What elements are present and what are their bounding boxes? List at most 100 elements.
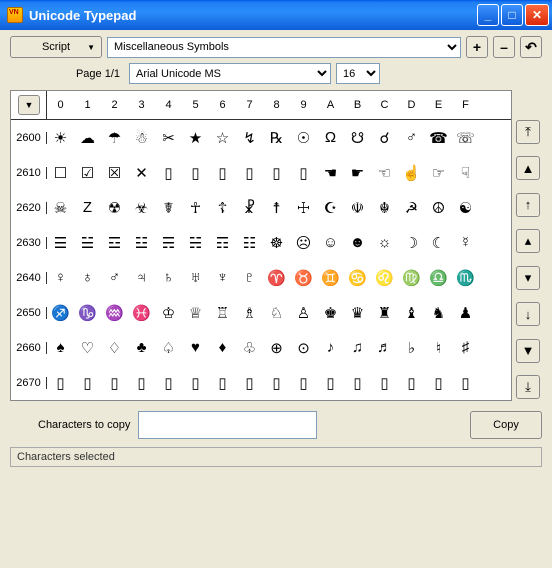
char-cell[interactable]: ♀ [47,260,74,295]
char-cell[interactable]: ☜ [371,155,398,190]
char-cell[interactable]: ☏ [452,120,479,155]
char-cell[interactable]: ℞ [263,120,290,155]
char-cell[interactable]: ▯ [209,155,236,190]
char-cell[interactable]: ♜ [371,295,398,330]
char-cell[interactable]: ♫ [344,330,371,365]
char-cell[interactable]: ♦ [209,330,236,365]
size-select[interactable]: 16 [336,63,380,84]
char-cell[interactable]: ☦ [209,190,236,225]
char-cell[interactable]: ♛ [344,295,371,330]
char-cell[interactable]: ▯ [47,365,74,400]
grid-menu-button[interactable]: ▼ [18,95,40,115]
char-cell[interactable]: ▯ [398,365,425,400]
char-cell[interactable]: ♬ [371,330,398,365]
char-cell[interactable]: ▯ [155,365,182,400]
char-cell[interactable]: ☩ [290,190,317,225]
char-cell[interactable]: ♮ [425,330,452,365]
char-cell[interactable]: ☂ [101,120,128,155]
char-cell[interactable]: ♡ [74,330,101,365]
char-cell[interactable]: ☻ [344,225,371,260]
char-cell[interactable]: ☟ [452,155,479,190]
char-cell[interactable]: ☐ [47,155,74,190]
char-cell[interactable]: ♙ [290,295,317,330]
char-cell[interactable]: ♏ [452,260,479,295]
char-cell[interactable]: ☫ [344,190,371,225]
close-button[interactable]: ✕ [525,4,549,26]
char-cell[interactable]: ♊ [317,260,344,295]
char-cell[interactable]: ▯ [425,365,452,400]
nav-stepup-button[interactable]: ▴ [516,229,540,253]
char-cell[interactable]: ☌ [371,120,398,155]
char-cell[interactable]: ♥ [182,330,209,365]
char-cell[interactable]: ♐ [47,295,74,330]
char-cell[interactable]: ♓ [128,295,155,330]
char-cell[interactable]: ☳ [128,225,155,260]
char-cell[interactable]: ♠ [47,330,74,365]
char-cell[interactable]: ☛ [344,155,371,190]
minus-button[interactable]: – [493,36,515,58]
char-cell[interactable]: ☺ [317,225,344,260]
char-cell[interactable]: ☴ [155,225,182,260]
char-cell[interactable]: ▯ [263,365,290,400]
char-cell[interactable]: ☰ [47,225,74,260]
char-cell[interactable]: ♧ [236,330,263,365]
char-cell[interactable]: ☨ [263,190,290,225]
font-select[interactable]: Arial Unicode MS [129,63,331,84]
char-cell[interactable]: ♖ [209,295,236,330]
char-cell[interactable]: Z [74,190,101,225]
char-cell[interactable]: ☪ [317,190,344,225]
char-cell[interactable]: ♞ [425,295,452,330]
script-button[interactable]: Script ▼ [10,36,102,58]
nav-bottom-button[interactable]: ⤓ [516,375,540,399]
char-cell[interactable]: ♂ [101,260,128,295]
char-cell[interactable]: ☒ [101,155,128,190]
char-cell[interactable]: ☃ [128,120,155,155]
char-cell[interactable]: ♉ [290,260,317,295]
char-cell[interactable]: ☬ [371,190,398,225]
char-cell[interactable]: ▯ [128,365,155,400]
char-cell[interactable]: ♯ [452,330,479,365]
char-cell[interactable]: ♒ [101,295,128,330]
char-cell[interactable]: ↯ [236,120,263,155]
char-cell[interactable]: ▯ [209,365,236,400]
char-cell[interactable]: ♑ [74,295,101,330]
char-cell[interactable]: ☯ [452,190,479,225]
char-cell[interactable]: ☧ [236,190,263,225]
char-cell[interactable]: ▯ [371,365,398,400]
char-cell[interactable]: ▯ [317,365,344,400]
char-cell[interactable]: ☹ [290,225,317,260]
char-cell[interactable]: ☽ [398,225,425,260]
char-cell[interactable]: ☲ [101,225,128,260]
char-cell[interactable]: ☋ [344,120,371,155]
char-cell[interactable]: ♁ [74,260,101,295]
char-cell[interactable]: Ω [317,120,344,155]
nav-pageup-button[interactable]: ▲ [516,156,540,180]
undo-button[interactable]: ↶ [520,36,542,58]
char-cell[interactable]: ☝ [398,155,425,190]
char-cell[interactable]: ♄ [155,260,182,295]
char-cell[interactable]: ⊕ [263,330,290,365]
char-cell[interactable]: ♃ [128,260,155,295]
char-cell[interactable]: ☵ [182,225,209,260]
minimize-button[interactable]: _ [477,4,499,26]
char-cell[interactable]: ♆ [209,260,236,295]
char-cell[interactable]: ▯ [263,155,290,190]
char-cell[interactable]: ✕ [128,155,155,190]
char-cell[interactable]: ☀ [47,120,74,155]
char-cell[interactable]: ☮ [425,190,452,225]
char-cell[interactable]: ☢ [101,190,128,225]
char-cell[interactable]: ☁ [74,120,101,155]
char-cell[interactable]: ▯ [101,365,128,400]
char-cell[interactable]: ♎ [425,260,452,295]
char-cell[interactable]: ♌ [371,260,398,295]
char-cell[interactable]: ☑ [74,155,101,190]
char-cell[interactable]: ♂ [398,120,425,155]
category-select[interactable]: Miscellaneous Symbols [107,37,461,58]
copy-button[interactable]: Copy [470,411,542,439]
plus-button[interactable]: + [466,36,488,58]
char-cell[interactable]: ☼ [371,225,398,260]
char-cell[interactable]: ☷ [236,225,263,260]
char-cell[interactable]: ☶ [209,225,236,260]
char-cell[interactable]: ♇ [236,260,263,295]
char-cell[interactable]: ▯ [236,365,263,400]
